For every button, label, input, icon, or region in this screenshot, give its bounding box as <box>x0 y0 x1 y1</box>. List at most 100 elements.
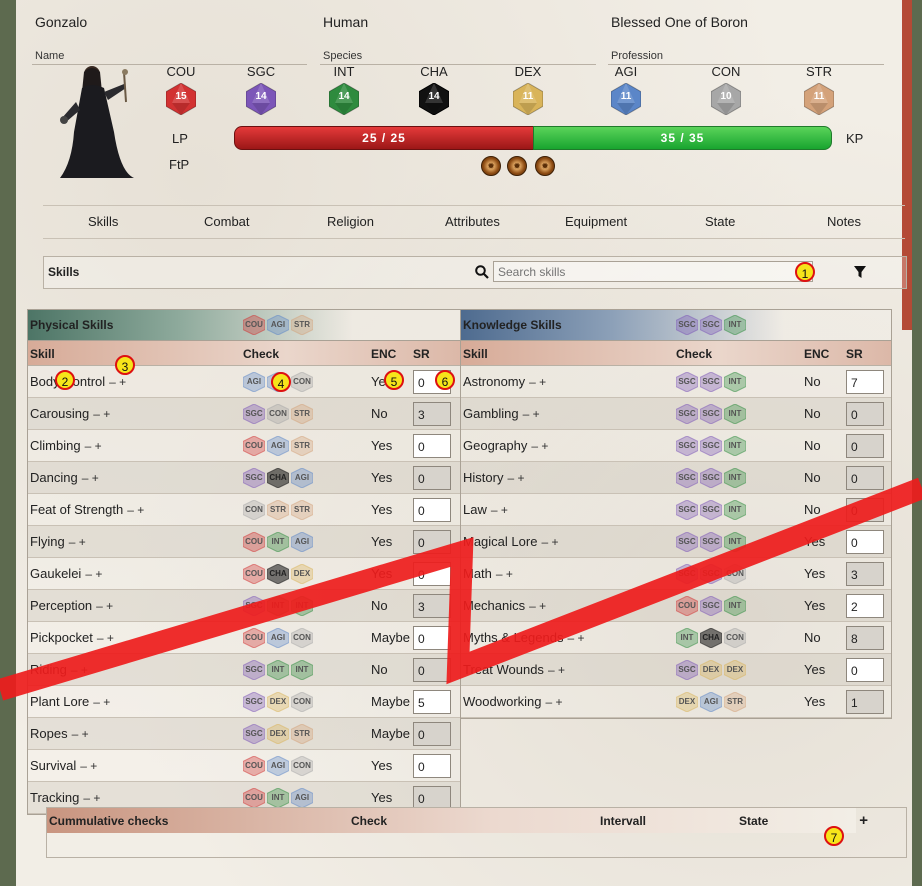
fate-point-icon[interactable]: ✹ <box>507 156 527 176</box>
skill-check[interactable]: DEX AGI STR <box>676 692 746 712</box>
skill-adjust-buttons[interactable]: – + <box>127 503 144 517</box>
d20-icon[interactable]: 14 <box>246 83 276 115</box>
skill-sr-input[interactable]: 0 <box>846 402 884 426</box>
d20-icon[interactable]: 11 <box>513 83 543 115</box>
skill-row[interactable]: Ropes – + SGC DEX STR Maybe 0 <box>28 718 460 750</box>
skill-adjust-buttons[interactable]: – + <box>529 375 546 389</box>
skill-adjust-buttons[interactable]: – + <box>97 631 114 645</box>
skill-check[interactable]: SGC DEX DEX <box>676 660 746 680</box>
attribute-int[interactable]: INT 14 <box>319 64 369 115</box>
skill-sr-input[interactable]: 1 <box>846 690 884 714</box>
attribute-str[interactable]: STR 11 <box>794 64 844 115</box>
skill-name[interactable]: Treat Wounds – + <box>463 662 565 677</box>
skill-name[interactable]: Perception – + <box>30 598 113 613</box>
skill-name[interactable]: Gambling – + <box>463 406 540 421</box>
skill-row[interactable]: Treat Wounds – + SGC DEX DEX Yes 0 <box>461 654 891 686</box>
attribute-con[interactable]: CON 10 <box>701 64 751 115</box>
skill-name[interactable]: Ropes – + <box>30 726 89 741</box>
skill-name[interactable]: Law – + <box>463 502 508 517</box>
skill-adjust-buttons[interactable]: – + <box>69 535 86 549</box>
skill-row[interactable]: Geography – + SGC SGC INT No 0 <box>461 430 891 462</box>
skill-check[interactable]: COU AGI CON <box>243 756 313 776</box>
skill-sr-input[interactable]: 3 <box>413 402 451 426</box>
skill-adjust-buttons[interactable]: – + <box>83 791 100 805</box>
attribute-dex[interactable]: DEX 11 <box>503 64 553 115</box>
skill-name[interactable]: History – + <box>463 470 524 485</box>
skill-name[interactable]: Body Control – + <box>30 374 126 389</box>
skill-check[interactable]: COU CHA DEX <box>243 564 313 584</box>
skill-adjust-buttons[interactable]: – + <box>529 599 546 613</box>
skill-name[interactable]: Plant Lore – + <box>30 694 110 709</box>
skill-check[interactable]: COU AGI CON <box>243 628 313 648</box>
skill-row[interactable]: History – + SGC SGC INT No 0 <box>461 462 891 494</box>
skill-sr-input[interactable]: 0 <box>413 562 451 586</box>
skill-adjust-buttons[interactable]: – + <box>85 567 102 581</box>
skill-check[interactable]: SGC CON STR <box>243 404 313 424</box>
d20-icon[interactable]: 10 <box>711 83 741 115</box>
skill-row[interactable]: Survival – + COU AGI CON Yes 0 <box>28 750 460 782</box>
attribute-agi[interactable]: AGI 11 <box>601 64 651 115</box>
skill-check[interactable]: SGC SGC INT <box>676 436 746 456</box>
skill-adjust-buttons[interactable]: – + <box>80 759 97 773</box>
skill-name[interactable]: Dancing – + <box>30 470 99 485</box>
skill-sr-input[interactable]: 0 <box>846 530 884 554</box>
skill-sr-input[interactable]: 0 <box>846 658 884 682</box>
skill-check[interactable]: COU SGC INT <box>676 596 746 616</box>
skill-row[interactable]: Law – + SGC SGC INT No 0 <box>461 494 891 526</box>
col-skill[interactable]: Skill <box>463 347 488 361</box>
d20-icon[interactable]: 14 <box>329 83 359 115</box>
skill-adjust-buttons[interactable]: – + <box>507 471 524 485</box>
skill-adjust-buttons[interactable]: – + <box>96 599 113 613</box>
skill-row[interactable]: Feat of Strength – + CON STR STR Yes 0 <box>28 494 460 526</box>
skill-check[interactable]: SGC SGC INT <box>676 468 746 488</box>
fate-point-icon[interactable]: ✹ <box>481 156 501 176</box>
skill-name[interactable]: Flying – + <box>30 534 86 549</box>
filter-icon[interactable] <box>853 265 867 279</box>
skill-sr-input[interactable]: 0 <box>413 626 451 650</box>
skill-row[interactable]: Dancing – + SGC CHA AGI Yes 0 <box>28 462 460 494</box>
skill-row[interactable]: Flying – + COU INT AGI Yes 0 <box>28 526 460 558</box>
skill-check[interactable]: CON STR STR <box>243 500 313 520</box>
skill-sr-input[interactable]: 0 <box>413 658 451 682</box>
tab-combat[interactable]: Combat <box>204 214 250 229</box>
d20-icon[interactable]: 11 <box>804 83 834 115</box>
skill-row[interactable]: Magical Lore – + SGC SGC INT Yes 0 <box>461 526 891 558</box>
skill-row[interactable]: Mechanics – + COU SGC INT Yes 2 <box>461 590 891 622</box>
attribute-sgc[interactable]: SGC 14 <box>236 64 286 115</box>
skill-adjust-buttons[interactable]: – + <box>523 407 540 421</box>
skill-check[interactable]: COU INT AGI <box>243 788 313 808</box>
skill-check[interactable]: COU AGI STR <box>243 436 313 456</box>
skill-name[interactable]: Mechanics – + <box>463 598 546 613</box>
skill-sr-input[interactable]: 0 <box>413 434 451 458</box>
skill-row[interactable]: Carousing – + SGC CON STR No 3 <box>28 398 460 430</box>
skill-name[interactable]: Gaukelei – + <box>30 566 102 581</box>
tab-religion[interactable]: Religion <box>327 214 374 229</box>
skill-sr-input[interactable]: 0 <box>413 530 451 554</box>
kp-bar[interactable]: 35 / 35 <box>533 126 832 150</box>
skill-adjust-buttons[interactable]: – + <box>491 503 508 517</box>
skill-check[interactable]: SGC SGC INT <box>676 372 746 392</box>
skill-check[interactable]: SGC SGC INT <box>676 500 746 520</box>
col-skill[interactable]: Skill <box>30 347 55 361</box>
name-field[interactable]: Gonzalo Name <box>32 14 307 65</box>
skill-adjust-buttons[interactable]: – + <box>567 631 584 645</box>
skill-sr-input[interactable]: 0 <box>413 466 451 490</box>
attribute-cha[interactable]: CHA 14 <box>409 64 459 115</box>
skill-sr-input[interactable]: 0 <box>413 498 451 522</box>
skill-row[interactable]: Gaukelei – + COU CHA DEX Yes 0 <box>28 558 460 590</box>
skill-adjust-buttons[interactable]: – + <box>72 727 89 741</box>
d20-icon[interactable]: 11 <box>611 83 641 115</box>
skill-name[interactable]: Astronomy – + <box>463 374 546 389</box>
skill-row[interactable]: Astronomy – + SGC SGC INT No 7 <box>461 366 891 398</box>
skill-sr-input[interactable]: 3 <box>846 562 884 586</box>
d20-icon[interactable]: 14 <box>419 83 449 115</box>
character-portrait[interactable] <box>54 62 140 180</box>
skill-check[interactable]: SGC INT INT <box>243 660 313 680</box>
lp-bar[interactable]: 25 / 25 <box>234 126 534 150</box>
skill-name[interactable]: Woodworking – + <box>463 694 563 709</box>
skill-adjust-buttons[interactable]: – + <box>109 375 126 389</box>
fate-point-icon[interactable]: ✹ <box>535 156 555 176</box>
skill-check[interactable]: SGC INT INT <box>243 596 313 616</box>
skill-check[interactable]: COU INT AGI <box>243 532 313 552</box>
skill-sr-input[interactable]: 0 <box>846 498 884 522</box>
